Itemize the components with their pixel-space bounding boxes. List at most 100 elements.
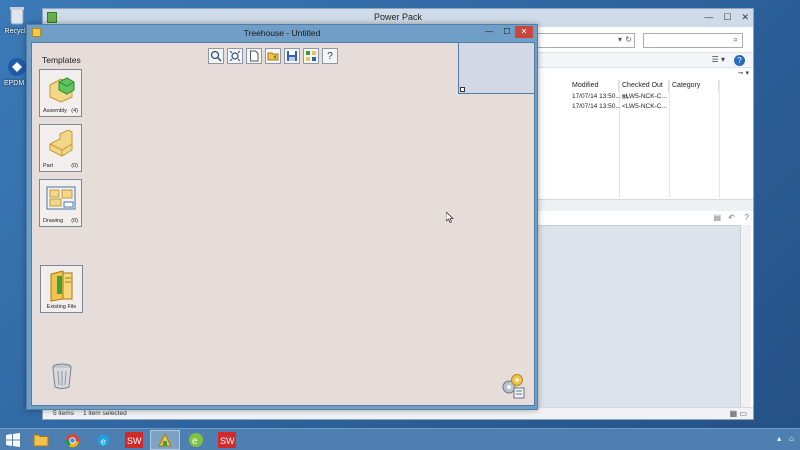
zoom-fit-button[interactable] bbox=[227, 48, 243, 64]
overview-pane[interactable] bbox=[458, 42, 535, 94]
treehouse-toolbar: ? bbox=[208, 48, 338, 64]
existing-file-icon bbox=[50, 270, 73, 302]
taskbar-solidworks[interactable]: SW bbox=[119, 430, 149, 450]
treehouse-titlebar[interactable]: Treehouse - Untitled — ☐ ✕ bbox=[27, 25, 537, 41]
treehouse-window: Treehouse - Untitled — ☐ ✕ Templates ? A… bbox=[26, 24, 538, 410]
list-toolbar: ⊸ ▾ bbox=[537, 69, 753, 79]
column-header-modified[interactable]: Modified bbox=[569, 80, 619, 92]
svg-text:e: e bbox=[100, 436, 105, 446]
template-count: (4) bbox=[71, 108, 78, 114]
column-header-category[interactable]: Category bbox=[669, 80, 719, 92]
taskbar-treehouse[interactable] bbox=[150, 430, 180, 450]
template-name: Drawing bbox=[43, 218, 64, 224]
edrawings-icon: e bbox=[189, 433, 203, 447]
tree-icon bbox=[306, 51, 316, 61]
pane-splitter[interactable] bbox=[537, 199, 753, 211]
close-button[interactable]: ✕ bbox=[741, 12, 749, 23]
system-tray: ▴ ⌂ bbox=[777, 434, 794, 443]
preview-toolbar: ▤ ↶ ? bbox=[537, 211, 753, 225]
zoom-icon bbox=[210, 50, 222, 62]
taskbar-solidworks-2[interactable]: SW bbox=[212, 430, 242, 450]
overview-resize-handle[interactable] bbox=[460, 87, 465, 92]
view-mode-icons[interactable]: ▦ ▭ bbox=[730, 409, 747, 418]
settings-gear-icon[interactable] bbox=[500, 373, 526, 399]
table-cell-modified[interactable]: 17/07/14 13:50... bbox=[569, 93, 621, 100]
taskbar: e SW e SW ▴ ⌂ bbox=[0, 428, 800, 450]
taskbar-edrawings[interactable]: e bbox=[181, 430, 211, 450]
template-drawing[interactable]: Drawing (0) bbox=[39, 179, 82, 227]
selection-count: 1 item selected bbox=[83, 410, 127, 417]
taskbar-chrome[interactable] bbox=[57, 430, 87, 450]
mouse-cursor bbox=[446, 212, 454, 223]
zoom-fit-icon bbox=[229, 50, 241, 62]
close-button[interactable]: ✕ bbox=[515, 26, 533, 38]
open-folder-icon bbox=[267, 52, 279, 61]
save-button[interactable] bbox=[284, 48, 300, 64]
column-divider bbox=[719, 80, 720, 198]
svg-text:SW: SW bbox=[220, 436, 235, 446]
window-title: Power Pack bbox=[373, 12, 423, 22]
minimize-button[interactable]: — bbox=[481, 26, 497, 38]
help-icon[interactable]: ? bbox=[734, 55, 745, 66]
new-button[interactable] bbox=[246, 48, 262, 64]
treehouse-canvas[interactable]: Templates ? Assembly (4) Part (0) Drawin… bbox=[31, 42, 535, 406]
solidworks-icon: SW bbox=[218, 432, 236, 448]
recycle-bin-icon bbox=[6, 4, 28, 26]
search-input[interactable]: ⌕ bbox=[643, 33, 743, 48]
solidworks-icon: SW bbox=[125, 432, 143, 448]
chevron-up-icon[interactable]: ▴ bbox=[777, 434, 781, 443]
treehouse-app-icon bbox=[158, 432, 172, 447]
column-divider bbox=[669, 80, 670, 198]
windows-start-icon[interactable] bbox=[6, 433, 20, 447]
epdm-icon bbox=[6, 56, 28, 78]
save-icon bbox=[287, 51, 297, 61]
address-bar[interactable]: ▾ ↻ bbox=[537, 33, 635, 48]
new-document-icon bbox=[250, 50, 259, 62]
view-options-icon[interactable]: ☰ ▾ bbox=[712, 55, 725, 64]
help-icon[interactable]: ? bbox=[745, 213, 749, 222]
network-icon[interactable]: ⌂ bbox=[789, 434, 794, 443]
template-assembly[interactable]: Assembly (4) bbox=[39, 69, 82, 117]
templates-heading: Templates bbox=[42, 55, 81, 65]
template-count: (0) bbox=[71, 163, 78, 169]
open-button[interactable] bbox=[265, 48, 281, 64]
maximize-button[interactable]: ☐ bbox=[723, 12, 731, 23]
table-cell-checked-out[interactable]: <LW5-NCK-C... bbox=[619, 103, 667, 110]
template-name: Part bbox=[43, 163, 54, 169]
chrome-icon bbox=[65, 433, 79, 447]
svg-text:e: e bbox=[192, 436, 198, 447]
vertical-scrollbar[interactable] bbox=[741, 225, 751, 417]
table-cell-checked-out[interactable]: <LW5-NCK-C... bbox=[619, 93, 667, 100]
minimize-button[interactable]: — bbox=[704, 12, 713, 23]
chevron-down-icon[interactable]: ▾ bbox=[618, 35, 622, 44]
help-icon: ? bbox=[327, 50, 333, 62]
svg-text:SW: SW bbox=[127, 436, 142, 446]
tree-button[interactable] bbox=[303, 48, 319, 64]
part-icon bbox=[49, 130, 73, 157]
template-part[interactable]: Part (0) bbox=[39, 124, 82, 172]
template-count: (0) bbox=[71, 218, 78, 224]
folder-icon bbox=[33, 434, 49, 447]
taskbar-internet-explorer[interactable]: e bbox=[88, 430, 118, 450]
template-name: Assembly bbox=[43, 108, 67, 114]
preview-pane bbox=[537, 225, 741, 417]
refresh-icon[interactable]: ↻ bbox=[625, 35, 632, 44]
pin-icon[interactable]: ⊸ ▾ bbox=[738, 69, 749, 77]
existing-file-button[interactable]: Existing File bbox=[40, 265, 83, 313]
item-count: 5 items bbox=[53, 410, 74, 417]
trash-icon[interactable] bbox=[51, 363, 73, 389]
column-header-checked-out-in[interactable]: Checked Out In bbox=[619, 80, 669, 101]
undo-icon[interactable]: ↶ bbox=[728, 213, 735, 222]
internet-explorer-icon: e bbox=[97, 434, 109, 446]
table-cell-modified[interactable]: 17/07/14 13:50... bbox=[569, 103, 621, 110]
search-icon[interactable]: ⌕ bbox=[734, 35, 738, 45]
help-button[interactable]: ? bbox=[322, 48, 338, 64]
drawing-icon bbox=[46, 186, 76, 210]
taskbar-file-explorer[interactable] bbox=[26, 430, 56, 450]
zoom-button[interactable] bbox=[208, 48, 224, 64]
save-icon[interactable]: ▤ bbox=[713, 213, 721, 222]
maximize-button[interactable]: ☐ bbox=[499, 26, 515, 38]
window-title: Treehouse - Untitled bbox=[243, 28, 321, 38]
existing-file-label: Existing File bbox=[46, 304, 77, 310]
explorer-toolbar: ☰ ▾ ? bbox=[537, 52, 753, 68]
